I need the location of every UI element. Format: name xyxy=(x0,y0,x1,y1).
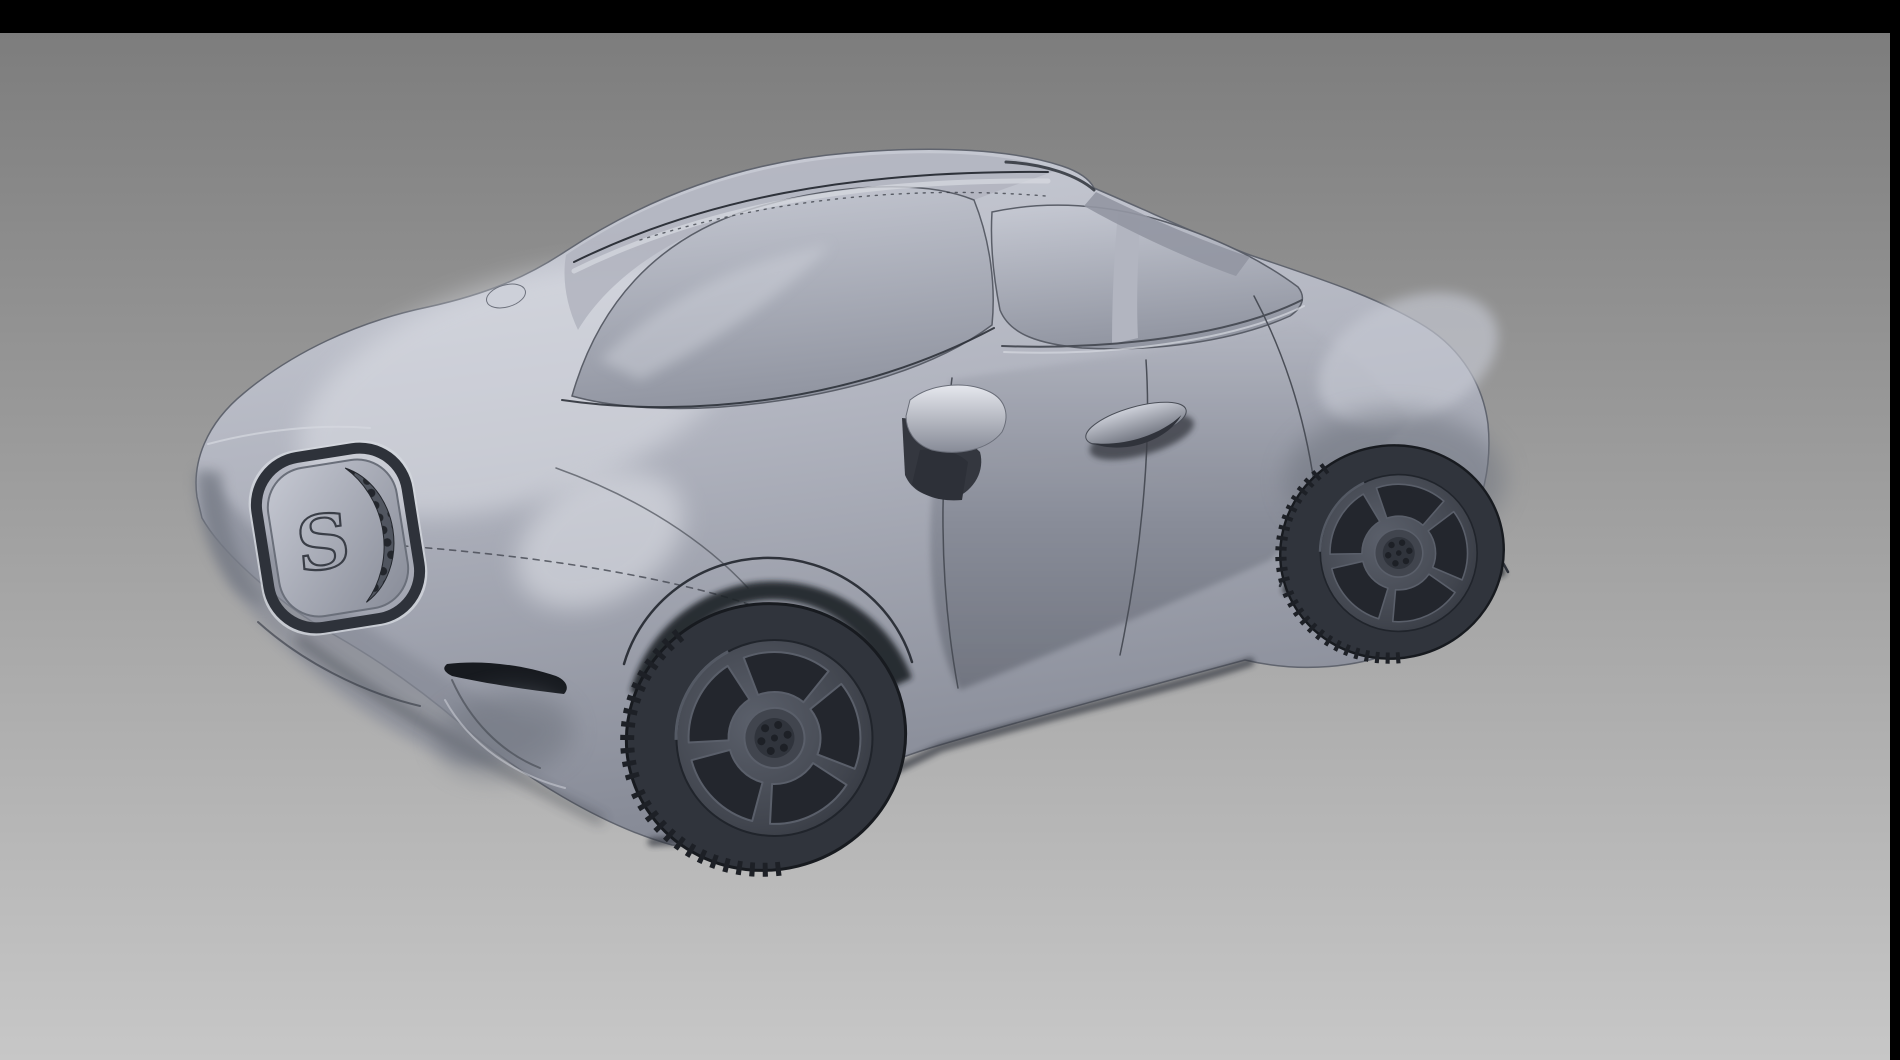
app-window: { "window": { "kind": "cad-render-window… xyxy=(0,0,1900,1060)
render-viewport[interactable] xyxy=(0,33,1890,1060)
window-right-bar xyxy=(1890,0,1900,1060)
window-top-bar xyxy=(0,0,1900,33)
